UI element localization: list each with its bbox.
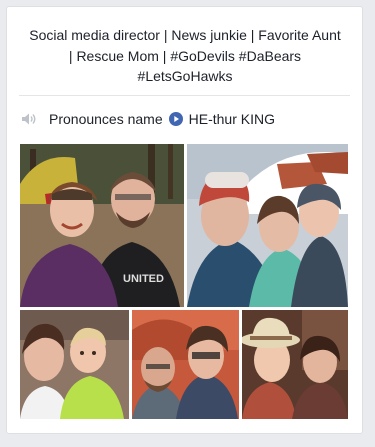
pronounces-label: Pronounces name (49, 111, 163, 127)
featured-photo[interactable] (187, 144, 348, 307)
bio-text: Social media director | News junkie | Fa… (25, 25, 345, 87)
bio-line: Social media director | News junkie | Fa… (29, 27, 341, 43)
featured-photo[interactable] (20, 310, 129, 419)
speaker-icon[interactable] (21, 112, 37, 126)
shirt-text: UNITED (123, 273, 164, 285)
name-pronunciation[interactable]: Pronounces name HE-thur KING (21, 109, 351, 129)
bio-line: #LetsGoHawks (137, 68, 233, 84)
play-icon[interactable] (168, 112, 183, 126)
pronunciation-text: HE-thur KING (188, 111, 275, 127)
intro-card: Social media director | News junkie | Fa… (6, 6, 363, 434)
featured-photo[interactable] (242, 310, 348, 419)
featured-photo[interactable] (132, 310, 239, 419)
bio-line: | Rescue Mom | #GoDevils #DaBears (68, 47, 302, 64)
divider (19, 95, 350, 96)
featured-photo[interactable]: UNITED (20, 144, 184, 307)
